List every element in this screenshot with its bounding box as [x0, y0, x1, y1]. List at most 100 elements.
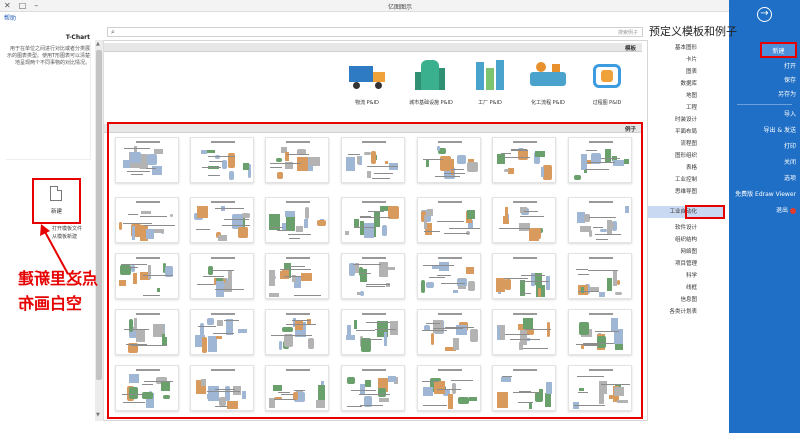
- nav-save[interactable]: 保存: [784, 74, 796, 87]
- example-thumbnail[interactable]: [115, 253, 179, 299]
- example-thumbnail[interactable]: [492, 197, 556, 243]
- category-item[interactable]: 组织结构: [650, 234, 725, 246]
- example-thumbnail[interactable]: [341, 253, 405, 299]
- example-thumbnail[interactable]: [190, 253, 254, 299]
- example-thumbnail[interactable]: [417, 137, 481, 183]
- example-thumbnail[interactable]: [115, 137, 179, 183]
- maximize-window-icon[interactable]: □: [19, 1, 27, 10]
- scrollbar-thumb[interactable]: [96, 50, 102, 380]
- template-process-diagram[interactable]: 过程图 P&ID: [585, 58, 629, 116]
- example-thumbnail[interactable]: [265, 197, 329, 243]
- example-thumbnail[interactable]: [265, 137, 329, 183]
- example-thumbnail[interactable]: [265, 365, 329, 411]
- nav-options[interactable]: 选项: [784, 172, 796, 185]
- open-template-link[interactable]: 打开模板文件: [52, 225, 82, 232]
- example-thumbnail[interactable]: [568, 365, 632, 411]
- category-item[interactable]: 平面布局: [650, 126, 725, 138]
- thumbnail-shape: [243, 163, 249, 170]
- template-factory[interactable]: 工厂 P&ID: [468, 58, 512, 116]
- new-blank-button[interactable]: 新建: [32, 178, 81, 224]
- thumbnail-shape: [354, 320, 357, 329]
- category-item[interactable]: 数据库: [650, 78, 725, 90]
- template-chemical-process[interactable]: 化工流程 P&ID: [526, 58, 570, 116]
- category-item[interactable]: 时装设计: [650, 114, 725, 126]
- example-thumbnail[interactable]: [568, 309, 632, 355]
- thumbnail-pipe-line: [437, 389, 461, 390]
- example-thumbnail[interactable]: [492, 137, 556, 183]
- category-item[interactable]: 项目管理: [650, 258, 725, 270]
- help-link[interactable]: 帮助: [4, 13, 16, 22]
- thumbnail-pipe-line: [364, 339, 382, 340]
- category-item[interactable]: 各类计划表: [650, 306, 725, 318]
- thumbnail-shape: [367, 171, 371, 178]
- example-thumbnail[interactable]: [265, 253, 329, 299]
- thumbnail-shape: [201, 150, 207, 154]
- thumbnail-shape: [123, 160, 130, 168]
- example-thumbnail[interactable]: [190, 309, 254, 355]
- category-item[interactable]: 工程: [650, 102, 725, 114]
- scroll-up-icon[interactable]: ▲: [96, 41, 100, 47]
- thumbnail-pipe-line: [505, 334, 529, 335]
- example-thumbnail[interactable]: [341, 309, 405, 355]
- category-item[interactable]: 图表: [650, 66, 725, 78]
- category-item[interactable]: 基本图形: [650, 42, 725, 54]
- example-thumbnail[interactable]: [190, 197, 254, 243]
- example-thumbnail[interactable]: [341, 365, 405, 411]
- category-item[interactable]: 表格: [650, 162, 725, 174]
- example-thumbnail[interactable]: [492, 365, 556, 411]
- example-thumbnail[interactable]: [568, 253, 632, 299]
- category-item[interactable]: 工业控制: [650, 174, 725, 186]
- example-thumbnail[interactable]: [417, 197, 481, 243]
- thumbnail-pipe-line: [523, 348, 548, 349]
- scroll-down-icon[interactable]: ▼: [96, 412, 100, 418]
- example-thumbnail[interactable]: [265, 309, 329, 355]
- category-item[interactable]: 卡片: [650, 54, 725, 66]
- nav-open[interactable]: 打开: [784, 60, 796, 73]
- template-logistics[interactable]: 物流 P&ID: [345, 58, 389, 116]
- example-thumbnail[interactable]: [341, 197, 405, 243]
- nav-print[interactable]: 打印: [784, 140, 796, 153]
- search-input[interactable]: ⌕ 搜索例子: [107, 27, 643, 37]
- nav-viewer[interactable]: 免费版 Edraw Viewer: [735, 188, 796, 201]
- example-thumbnail[interactable]: [190, 137, 254, 183]
- category-item[interactable]: 信息图: [650, 294, 725, 306]
- nav-close[interactable]: 关闭: [784, 156, 796, 169]
- example-thumbnail[interactable]: [115, 197, 179, 243]
- scrollbar[interactable]: ▲ ▼: [95, 40, 104, 421]
- thumbnail-shape: [385, 267, 395, 270]
- nav-exit[interactable]: 退出: [776, 204, 796, 217]
- category-item[interactable]: 网络图: [650, 246, 725, 258]
- search-icon[interactable]: ⌕: [111, 28, 115, 37]
- nav-export[interactable]: 导出 & 发送: [764, 124, 797, 137]
- thumbnail-shape: [132, 226, 135, 240]
- example-thumbnail[interactable]: [492, 309, 556, 355]
- category-item[interactable]: 图形组织: [650, 150, 725, 162]
- example-thumbnail[interactable]: [568, 197, 632, 243]
- category-item[interactable]: 流程图: [650, 138, 725, 150]
- thumbnail-pipe-line: [144, 225, 175, 226]
- thumbnail-pipe-line: [202, 167, 221, 168]
- nav-import[interactable]: 导入: [784, 108, 796, 121]
- category-item[interactable]: 思维导图: [650, 186, 725, 198]
- example-thumbnail[interactable]: [492, 253, 556, 299]
- example-thumbnail[interactable]: [417, 253, 481, 299]
- category-item[interactable]: 科学: [650, 270, 725, 282]
- example-thumbnail[interactable]: [417, 365, 481, 411]
- minimize-window-icon[interactable]: –: [34, 1, 38, 10]
- close-window-icon[interactable]: ✕: [4, 1, 11, 10]
- example-thumbnail[interactable]: [115, 309, 179, 355]
- example-thumbnail[interactable]: [417, 309, 481, 355]
- new-from-template-link[interactable]: 从模板新建: [52, 233, 77, 240]
- category-item[interactable]: 软件设计: [650, 222, 725, 234]
- thumbnail-title-bar: [211, 313, 235, 315]
- nav-save-as[interactable]: 另存为: [778, 88, 796, 101]
- category-item[interactable]: 地图: [650, 90, 725, 102]
- template-infrastructure[interactable]: 城市基础设施 P&ID: [409, 58, 453, 116]
- example-thumbnail[interactable]: [341, 137, 405, 183]
- category-item[interactable]: 线框: [650, 282, 725, 294]
- example-thumbnail[interactable]: [568, 137, 632, 183]
- example-thumbnail[interactable]: [115, 365, 179, 411]
- example-thumbnail[interactable]: [190, 365, 254, 411]
- back-arrow-icon[interactable]: →: [757, 7, 772, 22]
- nav-new[interactable]: 新建: [760, 42, 797, 58]
